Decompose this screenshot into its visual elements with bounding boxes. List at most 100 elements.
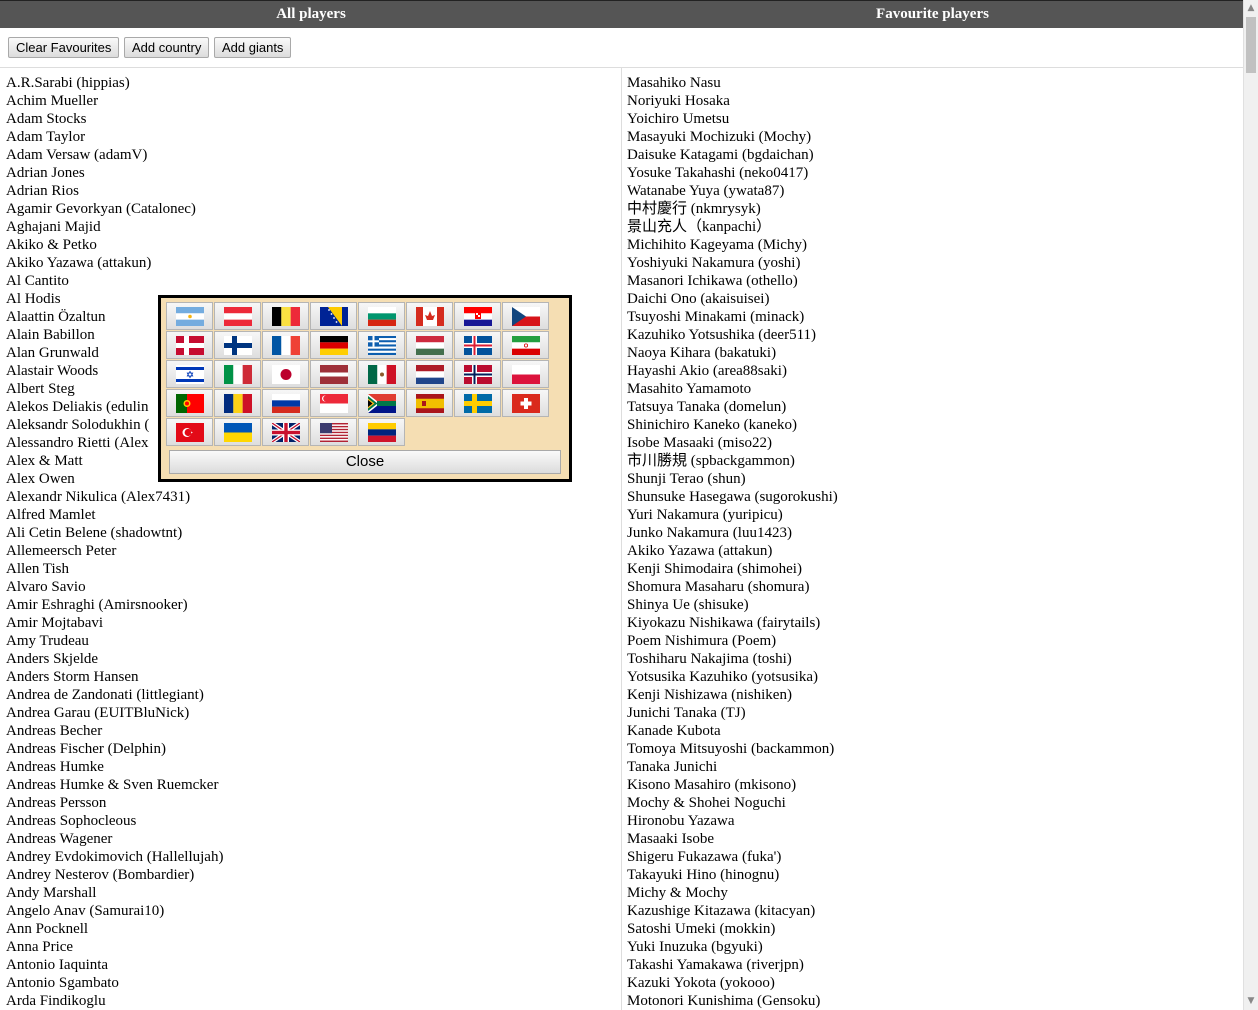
player-list-item[interactable]: Antonio Sgambato — [6, 974, 618, 992]
favourite-player-item[interactable]: Masahito Yamamoto — [627, 380, 1239, 398]
favourite-player-item[interactable]: Takashi Yamakawa (riverjpn) — [627, 956, 1239, 974]
player-list-item[interactable]: Andreas Persson — [6, 794, 618, 812]
close-button[interactable]: Close — [169, 450, 561, 474]
player-list-item[interactable]: Antonio Iaquinta — [6, 956, 618, 974]
favourite-player-item[interactable]: Shomura Masaharu (shomura) — [627, 578, 1239, 596]
flag-button-latvia[interactable] — [310, 360, 357, 388]
flag-button-hungary[interactable] — [406, 331, 453, 359]
player-list-item[interactable]: Allemeersch Peter — [6, 542, 618, 560]
flag-button-czech-republic[interactable] — [502, 302, 549, 330]
favourite-player-item[interactable]: Takayuki Hino (hinognu) — [627, 866, 1239, 884]
player-list-item[interactable]: Andreas Sophocleous — [6, 812, 618, 830]
vertical-scrollbar[interactable]: ▲ ▼ — [1243, 0, 1258, 1010]
favourite-player-item[interactable]: Junko Nakamura (luu1423) — [627, 524, 1239, 542]
player-list-item[interactable]: Achim Mueller — [6, 92, 618, 110]
favourite-player-item[interactable]: Kazuhiko Yotsushika (deer511) — [627, 326, 1239, 344]
flag-button-sweden[interactable] — [454, 389, 501, 417]
flag-button-argentina[interactable] — [166, 302, 213, 330]
player-list-item[interactable]: Aghajani Majid — [6, 218, 618, 236]
clear-favourites-button[interactable]: Clear Favourites — [8, 37, 120, 58]
favourite-player-item[interactable]: Kazushige Kitazawa (kitacyan) — [627, 902, 1239, 920]
favourite-player-item[interactable]: Masaaki Isobe — [627, 830, 1239, 848]
player-list-item[interactable]: Anders Skjelde — [6, 650, 618, 668]
favourite-player-item[interactable]: Tatsuya Tanaka (domelun) — [627, 398, 1239, 416]
flag-button-germany[interactable] — [310, 331, 357, 359]
favourite-player-item[interactable]: Shunsuke Hasegawa (sugorokushi) — [627, 488, 1239, 506]
player-list-item[interactable]: Agamir Gevorkyan (Catalonec) — [6, 200, 618, 218]
flag-button-switzerland[interactable] — [502, 389, 549, 417]
player-list-item[interactable]: Andreas Fischer (Delphin) — [6, 740, 618, 758]
favourite-player-item[interactable]: Masanori Ichikawa (othello) — [627, 272, 1239, 290]
favourite-player-item[interactable]: 景山充人（kanpachi） — [627, 218, 1239, 236]
flag-button-mexico[interactable] — [358, 360, 405, 388]
favourite-player-item[interactable]: Satoshi Umeki (mokkin) — [627, 920, 1239, 938]
player-list-item[interactable]: Andreas Becher — [6, 722, 618, 740]
favourite-player-item[interactable]: 市川勝規 (spbackgammon) — [627, 452, 1239, 470]
favourite-player-item[interactable]: Kiyokazu Nishikawa (fairytails) — [627, 614, 1239, 632]
flag-button-norway[interactable] — [454, 360, 501, 388]
player-list-item[interactable]: Andrea Garau (EUITBluNick) — [6, 704, 618, 722]
player-list-item[interactable]: Adrian Jones — [6, 164, 618, 182]
favourite-player-item[interactable]: Tanaka Junichi — [627, 758, 1239, 776]
favourite-player-item[interactable]: Yuki Inuzuka (bgyuki) — [627, 938, 1239, 956]
player-list-item[interactable]: Alfred Mamlet — [6, 506, 618, 524]
flag-button-italy[interactable] — [214, 360, 261, 388]
player-list-item[interactable]: Andrea de Zandonati (littlegiant) — [6, 686, 618, 704]
favourite-player-item[interactable]: Masahiko Nasu — [627, 74, 1239, 92]
scroll-up-icon[interactable]: ▲ — [1244, 0, 1258, 17]
flag-button-finland[interactable] — [214, 331, 261, 359]
add-giants-button[interactable]: Add giants — [214, 37, 292, 58]
scroll-down-icon[interactable]: ▼ — [1244, 993, 1258, 1010]
flag-button-canada[interactable] — [406, 302, 453, 330]
favourite-player-item[interactable]: Junichi Tanaka (TJ) — [627, 704, 1239, 722]
flag-button-netherlands[interactable] — [406, 360, 453, 388]
favourite-player-item[interactable]: Yoshiyuki Nakamura (yoshi) — [627, 254, 1239, 272]
player-list-item[interactable]: Adam Taylor — [6, 128, 618, 146]
favourite-player-item[interactable]: Kanade Kubota — [627, 722, 1239, 740]
favourite-player-item[interactable]: Hayashi Akio (area88saki) — [627, 362, 1239, 380]
favourite-player-item[interactable]: Tomoya Mitsuyoshi (backammon) — [627, 740, 1239, 758]
flag-button-venezuela[interactable] — [358, 418, 405, 446]
flag-button-iran[interactable] — [502, 331, 549, 359]
player-list-item[interactable]: Akiko & Petko — [6, 236, 618, 254]
player-list-item[interactable]: Andy Marshall — [6, 884, 618, 902]
favourite-player-item[interactable]: Yoichiro Umetsu — [627, 110, 1239, 128]
favourite-player-item[interactable]: Kenji Shimodaira (shimohei) — [627, 560, 1239, 578]
favourite-player-item[interactable]: Tsuyoshi Minakami (minack) — [627, 308, 1239, 326]
scrollbar-thumb[interactable] — [1246, 17, 1256, 73]
player-list-item[interactable]: Andreas Wagener — [6, 830, 618, 848]
favourite-player-item[interactable]: Isobe Masaaki (miso22) — [627, 434, 1239, 452]
flag-button-iceland[interactable] — [454, 331, 501, 359]
player-list-item[interactable]: Adrian Rios — [6, 182, 618, 200]
flag-button-singapore[interactable] — [310, 389, 357, 417]
favourite-player-item[interactable]: Shinichiro Kaneko (kaneko) — [627, 416, 1239, 434]
favourite-player-item[interactable]: Hironobu Yazawa — [627, 812, 1239, 830]
favourite-player-item[interactable]: Kazuki Yokota (yokooo) — [627, 974, 1239, 992]
player-list-item[interactable]: Angelo Anav (Samurai10) — [6, 902, 618, 920]
player-list-item[interactable]: Andreas Humke & Sven Ruemcker — [6, 776, 618, 794]
flag-button-austria[interactable] — [214, 302, 261, 330]
player-list-item[interactable]: Adam Stocks — [6, 110, 618, 128]
flag-button-israel[interactable] — [166, 360, 213, 388]
favourite-player-item[interactable]: Masayuki Mochizuki (Mochy) — [627, 128, 1239, 146]
favourite-player-item[interactable]: Akiko Yazawa (attakun) — [627, 542, 1239, 560]
favourite-player-item[interactable]: 中村慶行 (nkmrysyk) — [627, 200, 1239, 218]
favourite-player-item[interactable]: Michy & Mochy — [627, 884, 1239, 902]
favourite-player-item[interactable]: Noriyuki Hosaka — [627, 92, 1239, 110]
flag-button-bulgaria[interactable] — [358, 302, 405, 330]
favourite-player-item[interactable]: Watanabe Yuya (ywata87) — [627, 182, 1239, 200]
favourite-player-item[interactable]: Kenji Nishizawa (nishiken) — [627, 686, 1239, 704]
flag-button-japan[interactable] — [262, 360, 309, 388]
player-list-item[interactable]: Adam Versaw (adamV) — [6, 146, 618, 164]
player-list-item[interactable]: Al Cantito — [6, 272, 618, 290]
flag-button-belgium[interactable] — [262, 302, 309, 330]
flag-button-united-kingdom[interactable] — [262, 418, 309, 446]
flag-button-denmark[interactable] — [166, 331, 213, 359]
favourite-player-item[interactable]: Shinya Ue (shisuke) — [627, 596, 1239, 614]
player-list-item[interactable]: Anna Price — [6, 938, 618, 956]
player-list-item[interactable]: Arda Findikoglu — [6, 992, 618, 1010]
player-list-item[interactable]: A.R.Sarabi (hippias) — [6, 74, 618, 92]
player-list-item[interactable]: Anders Storm Hansen — [6, 668, 618, 686]
player-list-item[interactable]: Andrey Nesterov (Bombardier) — [6, 866, 618, 884]
player-list-item[interactable]: Ali Cetin Belene (shadowtnt) — [6, 524, 618, 542]
